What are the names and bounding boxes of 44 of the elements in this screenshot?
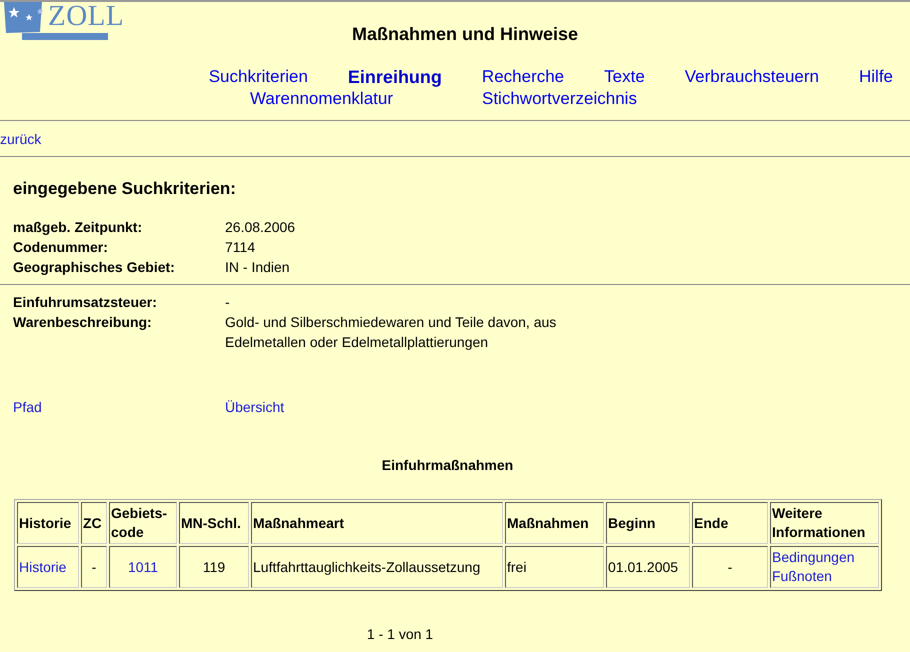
- nav-link[interactable]: Verbrauchsteuern: [684, 66, 819, 88]
- column-header: Maßnahmen: [505, 502, 604, 544]
- field-label: Geographisches Gebiet:: [13, 258, 176, 277]
- section-heading: eingegebene Suchkriterien:: [13, 179, 237, 199]
- nav-link[interactable]: Suchkriterien: [208, 66, 308, 88]
- link[interactable]: Übersicht: [225, 399, 284, 415]
- column-header: MN-Schl.: [179, 502, 249, 544]
- back-link[interactable]: zurück: [0, 130, 42, 148]
- table-cell-text: 01.01.2005: [608, 558, 680, 576]
- table-caption: Einfuhrmaßnahmen: [380, 456, 514, 475]
- column-header: Ende: [692, 502, 768, 544]
- table-link[interactable]: Fußnoten: [772, 567, 877, 586]
- table-cell-text: frei: [507, 558, 528, 576]
- nav-link[interactable]: Einreihung: [348, 66, 442, 88]
- field-value: -: [225, 293, 231, 312]
- field-value: Gold- und Silberschmiedewaren und Teile davon, aus Edelmetallen oder Edelmetallplattierungen: [225, 313, 558, 352]
- link[interactable]: Pfad: [13, 399, 42, 415]
- logo-text: ZOLL: [48, 0, 124, 32]
- field-value: 7114: [225, 238, 256, 257]
- field-label: Codenummer:: [13, 238, 109, 257]
- table-cell: 119: [202, 558, 226, 576]
- field-label: Einfuhrumsatzsteuer:: [13, 293, 158, 312]
- column-header: Weitere Informationen: [770, 502, 879, 544]
- field-value: 26.08.2006: [225, 218, 296, 237]
- nav-link[interactable]: Recherche: [482, 66, 564, 88]
- column-header: Maßnahmeart: [251, 502, 503, 544]
- field-label: Warenbeschreibung:: [13, 313, 153, 332]
- column-header: Gebiets-code: [109, 502, 177, 544]
- nav-link[interactable]: Warennomenklatur: [250, 88, 393, 110]
- field-label: maßgeb. Zeitpunkt:: [13, 218, 144, 237]
- nav-link[interactable]: Hilfe: [858, 66, 893, 88]
- flag-icon: [4, 2, 44, 34]
- column-header: Historie: [17, 502, 79, 544]
- table-link[interactable]: Bedingungen: [772, 548, 877, 567]
- pagination-text: 1 - 1 von 1: [366, 625, 434, 643]
- nav-link[interactable]: Stichwortverzeichnis: [482, 88, 637, 110]
- page-title: Maßnahmen und Hinweise: [352, 23, 578, 45]
- column-header: Beginn: [606, 502, 690, 544]
- nav-link[interactable]: Texte: [604, 66, 645, 88]
- field-value: IN - Indien: [225, 258, 291, 277]
- table-cell-text: Luftfahrttauglichkeits-Zollaussetzung: [253, 558, 482, 576]
- table-cell: -: [728, 558, 732, 576]
- column-header: ZC: [81, 502, 107, 544]
- table-cell: -: [92, 558, 96, 576]
